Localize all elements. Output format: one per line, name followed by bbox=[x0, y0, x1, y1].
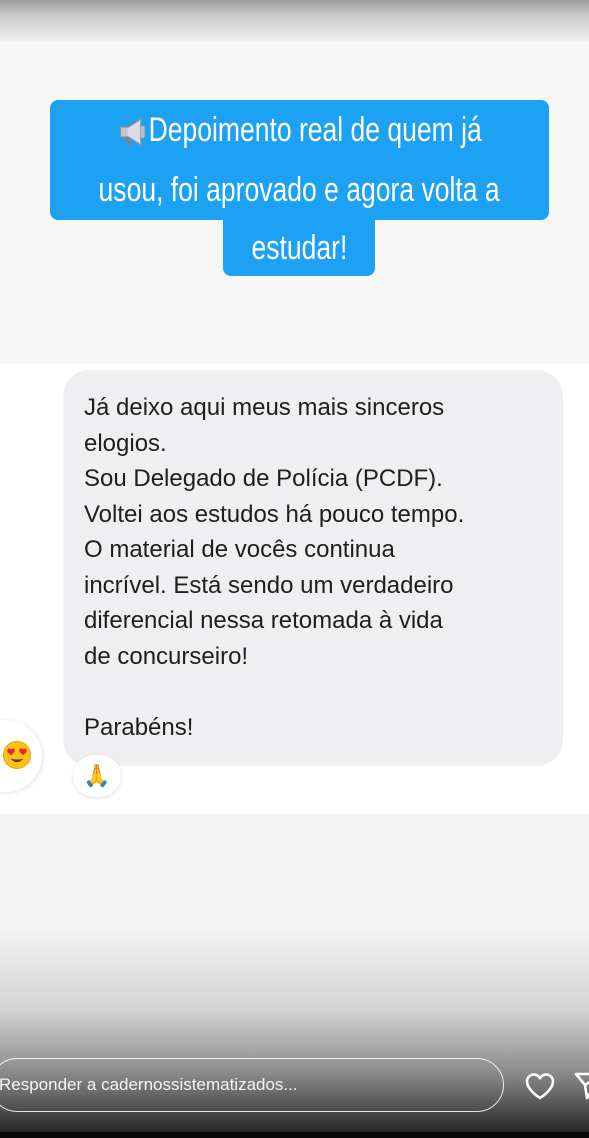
message-line: de concurseiro! bbox=[84, 642, 249, 670]
message-line: Sou Delegado de Polícia (PCDF). bbox=[84, 465, 443, 492]
message-line: Já deixo aqui meus mais sinceros bbox=[84, 394, 445, 421]
message-closing: Parabéns! bbox=[84, 713, 194, 741]
heart-icon[interactable] bbox=[524, 1071, 556, 1101]
headline-line-3: estudar! bbox=[223, 220, 375, 276]
headline-line-2: usou, foi aprovado e agora volta a bbox=[50, 160, 549, 220]
message-gap bbox=[84, 674, 543, 710]
reaction-pray-badge: 🙏 bbox=[73, 755, 121, 797]
message-bubble: Já deixo aqui meus mais sinceros elogios… bbox=[63, 370, 563, 766]
reply-input[interactable] bbox=[0, 1058, 504, 1112]
message-line: diferencial nessa retomada à vida bbox=[84, 607, 443, 634]
bottom-bar bbox=[0, 1132, 589, 1138]
message-line: incrível. Está sendo um verdadeiro bbox=[84, 571, 454, 599]
message-line: Voltei aos estudos há pouco tempo. bbox=[84, 500, 465, 528]
headline-text-2: usou, foi aprovado e agora volta a bbox=[98, 171, 501, 209]
story-viewer: Depoimento real de quem já usou, foi apr… bbox=[0, 0, 589, 1138]
top-gradient bbox=[0, 0, 589, 42]
megaphone-icon bbox=[119, 117, 145, 147]
message-line: O material de vocês continua bbox=[84, 536, 395, 563]
message-line: elogios. bbox=[84, 429, 167, 457]
heart-eyes-emoji bbox=[3, 741, 31, 769]
send-icon[interactable] bbox=[574, 1070, 589, 1100]
headline-line-1: Depoimento real de quem já bbox=[50, 100, 549, 160]
headline-text-1: Depoimento real de quem já bbox=[148, 111, 482, 149]
pray-emoji: 🙏 bbox=[83, 763, 111, 788]
headline-text-3: estudar! bbox=[251, 229, 347, 267]
